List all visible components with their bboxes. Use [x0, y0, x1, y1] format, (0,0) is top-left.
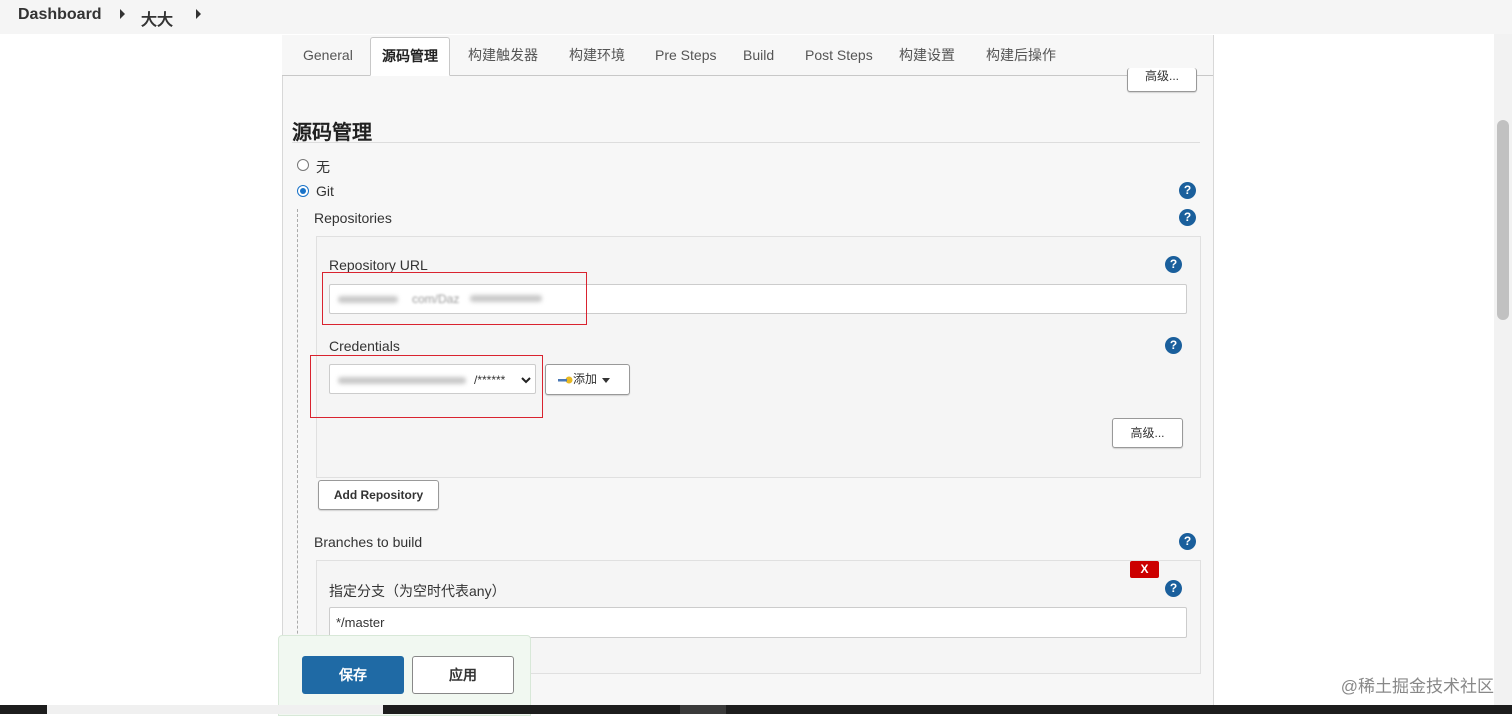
tab-triggers[interactable]: 构建触发器: [457, 35, 549, 75]
tab-post-build[interactable]: 构建后操作: [975, 35, 1067, 75]
scrollbar-thumb[interactable]: [1497, 120, 1509, 320]
credentials-label: Credentials: [329, 338, 400, 354]
highlight-box: [310, 355, 543, 418]
scm-none-radio[interactable]: [297, 159, 309, 171]
tab-build[interactable]: Build: [732, 35, 785, 75]
add-repository-button[interactable]: Add Repository: [318, 480, 439, 510]
advanced-button[interactable]: 高级...: [1112, 418, 1183, 448]
help-icon[interactable]: ?: [1165, 580, 1182, 597]
repository-url-label: Repository URL: [329, 257, 428, 273]
scm-git-radio[interactable]: [297, 185, 309, 197]
advanced-button-general[interactable]: 高级...: [1127, 68, 1197, 92]
branch-spec-value: */master: [336, 615, 385, 630]
breadcrumb-job[interactable]: 大大: [141, 6, 173, 30]
key-icon: [558, 376, 573, 384]
tab-scm[interactable]: 源码管理: [370, 37, 450, 76]
taskbar-search[interactable]: [47, 705, 383, 714]
scm-none-label: 无: [316, 159, 330, 175]
watermark: @稀土掘金技术社区: [1340, 677, 1494, 696]
save-button[interactable]: 保存: [302, 656, 404, 694]
tab-build-settings[interactable]: 构建设置: [888, 35, 966, 75]
config-tabs: General 源码管理 构建触发器 构建环境 Pre Steps Build …: [282, 35, 1213, 76]
highlight-box: [322, 272, 587, 325]
tab-environment[interactable]: 构建环境: [558, 35, 636, 75]
apply-button[interactable]: 应用: [412, 656, 514, 694]
help-icon[interactable]: ?: [1165, 256, 1182, 273]
scm-git-label: Git: [316, 183, 334, 199]
help-icon[interactable]: ?: [1179, 533, 1196, 550]
tab-pre-steps[interactable]: Pre Steps: [644, 35, 727, 75]
breadcrumb-chevron-icon[interactable]: [196, 9, 201, 19]
taskbar: [0, 705, 1512, 714]
advanced-button-label: 高级...: [1130, 426, 1165, 440]
help-icon[interactable]: ?: [1179, 209, 1196, 226]
delete-branch-button[interactable]: X: [1130, 561, 1159, 578]
section-divider: [292, 142, 1200, 143]
branch-spec-input[interactable]: */master: [329, 607, 1187, 638]
tab-post-steps[interactable]: Post Steps: [794, 35, 884, 75]
breadcrumb-chevron-icon[interactable]: [120, 9, 125, 19]
add-credentials-button[interactable]: 添加: [545, 364, 630, 395]
branch-spec-label: 指定分支（为空时代表any）: [329, 583, 506, 599]
tab-general[interactable]: General: [292, 35, 364, 75]
advanced-button-label: 高级...: [1144, 69, 1179, 83]
taskbar-app[interactable]: [680, 705, 726, 714]
caret-down-icon: [602, 378, 610, 383]
help-icon[interactable]: ?: [1165, 337, 1182, 354]
branches-label: Branches to build: [314, 534, 423, 550]
breadcrumb: Dashboard 大大: [0, 0, 1512, 34]
breadcrumb-dashboard[interactable]: Dashboard: [18, 6, 102, 24]
help-icon[interactable]: ?: [1179, 182, 1196, 199]
add-repository-label: Add Repository: [333, 488, 424, 502]
add-credentials-label: 添加: [573, 372, 598, 386]
section-title: 源码管理: [292, 122, 372, 144]
repositories-label: Repositories: [314, 210, 392, 226]
